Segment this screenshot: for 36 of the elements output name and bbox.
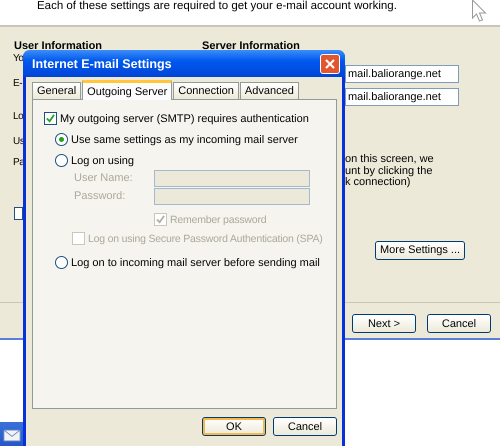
radio-button[interactable] xyxy=(55,154,68,167)
note-text: on this screen, we xyxy=(345,154,434,166)
more-settings-button[interactable]: More Settings ... xyxy=(375,240,466,260)
field-label: Lo xyxy=(13,110,24,123)
tab[interactable]: General xyxy=(32,82,82,99)
field-label: User Name: xyxy=(74,172,134,184)
instruction-text: Each of these settings are required to get your e-mail account working. xyxy=(37,0,397,12)
close-icon xyxy=(325,58,335,68)
section-heading: Server Information xyxy=(202,40,300,52)
dialog-button[interactable]: OK xyxy=(202,417,266,436)
tab[interactable]: Outgoing Server xyxy=(82,80,172,100)
note-text: unt by clicking the xyxy=(345,166,434,177)
radio-button[interactable] xyxy=(55,256,68,269)
tab[interactable]: Connection xyxy=(173,82,239,99)
tab[interactable]: Advanced xyxy=(240,82,299,99)
field-label: Password: xyxy=(74,190,126,202)
checkbox[interactable] xyxy=(14,207,23,220)
checkbox-label: My outgoing server (SMTP) requires authentication xyxy=(60,112,309,124)
close-button[interactable] xyxy=(320,54,340,74)
checkbox-label: Log on using Secure Password Authentication (SPA) xyxy=(88,232,323,244)
radio-label: Use same settings as my incoming mail server xyxy=(71,134,298,146)
wizard-button[interactable]: Cancel xyxy=(427,314,491,333)
checkbox[interactable] xyxy=(44,112,57,125)
field-label: E- xyxy=(13,77,22,90)
section-heading: User Information xyxy=(14,40,102,52)
note-text: k connection) xyxy=(345,177,410,188)
radio-button[interactable] xyxy=(55,133,68,146)
server-field[interactable]: mail.baliorange.net xyxy=(345,88,459,106)
envelope-icon[interactable] xyxy=(3,428,21,443)
dialog-button[interactable]: Cancel xyxy=(273,417,337,436)
radio-label: Log on to incoming mail server before sending mail xyxy=(71,256,320,268)
wizard-button[interactable]: Next > xyxy=(352,314,416,333)
window-title: Internet E-mail Settings xyxy=(32,56,172,70)
checkbox-label: Remember password xyxy=(170,214,266,226)
server-field[interactable]: mail.baliorange.net xyxy=(345,65,459,83)
radio-label: Log on using xyxy=(71,154,134,166)
